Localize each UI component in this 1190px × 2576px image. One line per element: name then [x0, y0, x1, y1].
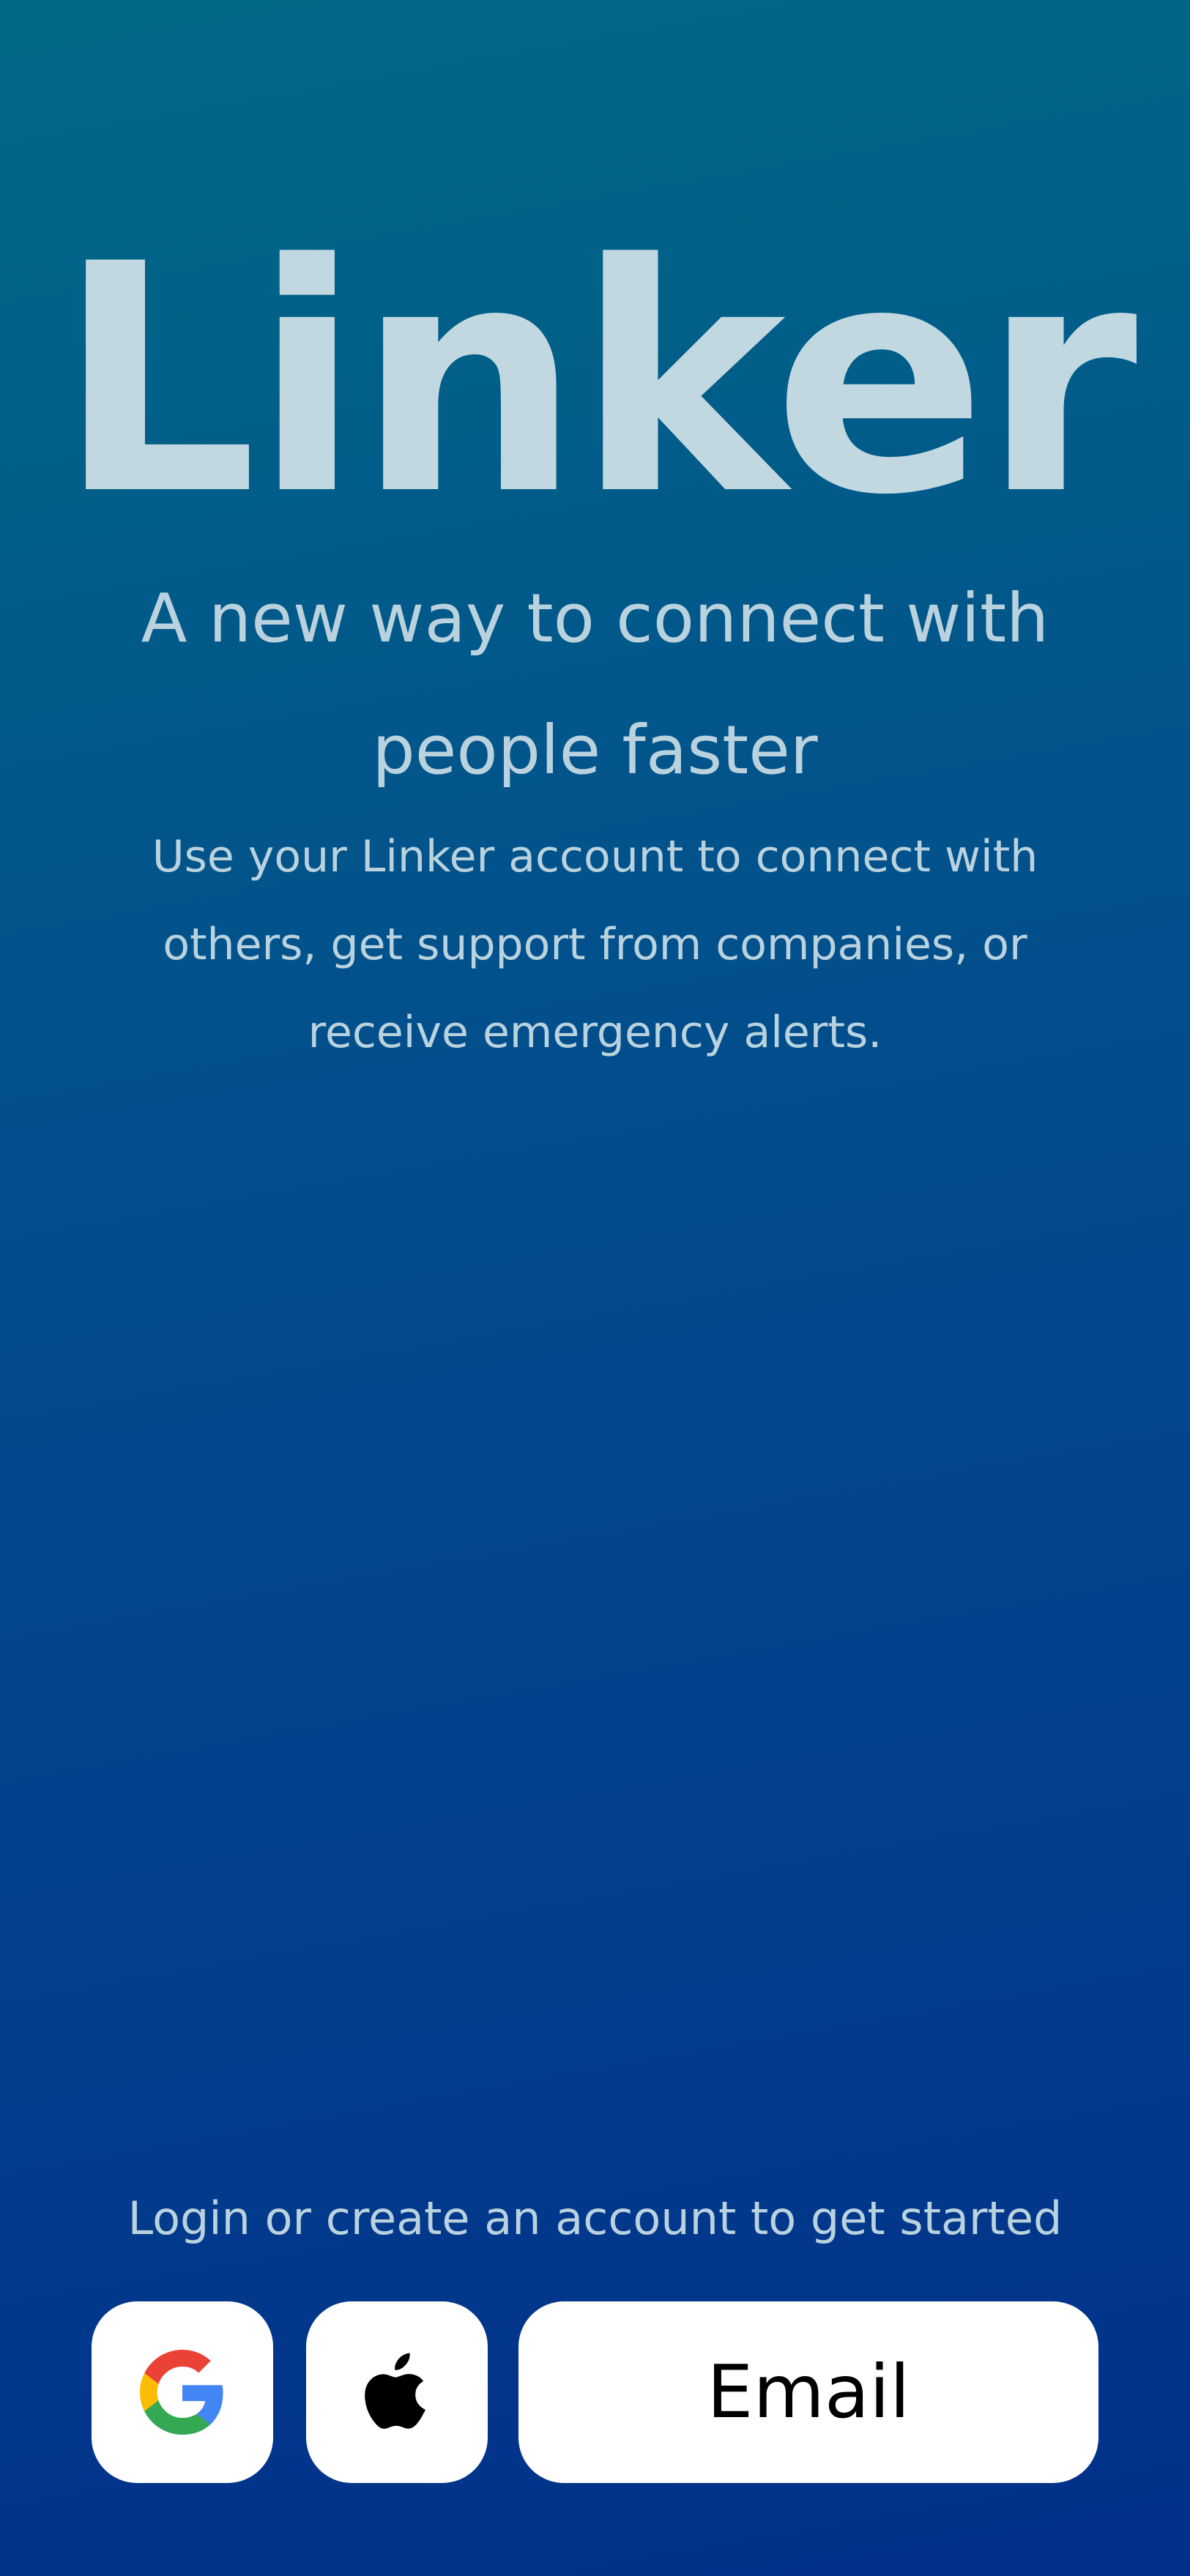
google-icon: [140, 2350, 225, 2435]
apple-sign-in-button[interactable]: [306, 2301, 488, 2483]
email-sign-in-button[interactable]: Email: [518, 2301, 1098, 2483]
description: Use your Linker account to connect with …: [152, 831, 1038, 1058]
email-button-label: Email: [707, 2349, 910, 2435]
tagline: A new way to connect with people faster: [141, 579, 1049, 789]
apple-icon: [362, 2351, 432, 2433]
app-title: Linker: [56, 198, 1138, 564]
welcome-screen: Linker A new way to connect with people …: [0, 0, 1190, 2576]
login-prompt: Login or create an account to get starte…: [127, 2192, 1063, 2245]
google-sign-in-button[interactable]: [92, 2301, 273, 2483]
